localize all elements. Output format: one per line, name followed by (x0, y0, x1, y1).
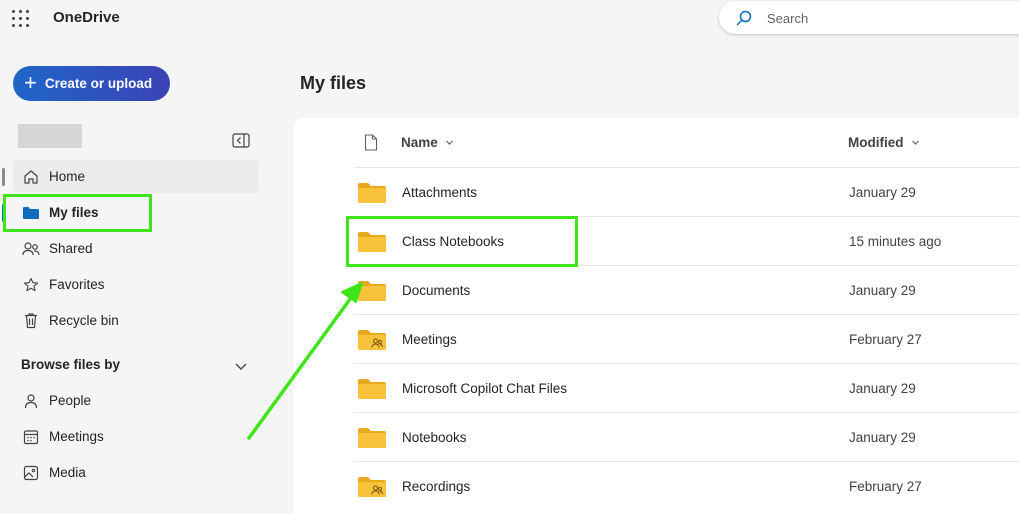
sidebar-item-label: People (49, 393, 92, 408)
sidebar-item-favorites[interactable]: Favorites (13, 268, 258, 301)
file-row[interactable]: Microsoft Copilot Chat Files January 29 (354, 363, 1019, 412)
file-name[interactable]: Microsoft Copilot Chat Files (402, 381, 567, 396)
nav-indicator (2, 168, 5, 186)
column-header-label: Modified (848, 134, 904, 150)
trash-icon (21, 311, 41, 331)
sidebar-item-label: Meetings (49, 429, 104, 444)
file-modified: January 29 (849, 185, 916, 200)
search-box[interactable]: Search (719, 1, 1019, 34)
file-name[interactable]: Meetings (402, 332, 457, 347)
account-name-redacted (18, 124, 82, 148)
home-icon (21, 167, 41, 187)
file-name[interactable]: Recordings (402, 479, 470, 494)
collapse-pane-icon[interactable] (232, 133, 250, 148)
image-icon (21, 463, 41, 483)
sidebar-item-media[interactable]: Media (13, 456, 258, 489)
column-header-modified[interactable]: Modified (848, 118, 920, 166)
file-modified: February 27 (849, 332, 922, 347)
calendar-icon (21, 427, 41, 447)
sidebar-item-label: Recycle bin (49, 313, 119, 328)
sidebar-item-label: Shared (49, 241, 93, 256)
folder-icon (357, 427, 387, 449)
browse-files-by-header[interactable]: Browse files by (21, 357, 261, 377)
folder-icon (357, 280, 387, 302)
file-row[interactable]: Notebooks January 29 (354, 412, 1019, 461)
chevron-down-icon (445, 140, 453, 145)
app-title[interactable]: OneDrive (53, 9, 120, 26)
chevron-down-icon[interactable] (233, 358, 249, 374)
shared-folder-icon (357, 329, 387, 351)
file-modified: January 29 (849, 283, 916, 298)
sidebar-item-label: Home (49, 169, 86, 184)
folder-icon (357, 378, 387, 400)
search-icon (736, 10, 752, 26)
column-header-name[interactable]: Name (401, 118, 454, 166)
file-modified: January 29 (849, 430, 916, 445)
file-modified: January 29 (849, 381, 916, 396)
file-row[interactable]: Attachments January 29 (354, 167, 1019, 216)
file-modified: February 27 (849, 479, 922, 494)
page-title: My files (300, 73, 367, 93)
file-row[interactable]: Recordings February 27 (354, 461, 1019, 510)
file-modified: 15 minutes ago (849, 234, 942, 249)
people-icon (21, 239, 41, 259)
create-or-upload-button[interactable]: + Create or upload (13, 66, 170, 101)
file-name[interactable]: Attachments (402, 185, 477, 200)
app-launcher-icon[interactable] (12, 10, 29, 27)
file-name[interactable]: Notebooks (402, 430, 467, 445)
file-name[interactable]: Documents (402, 283, 470, 298)
star-icon (21, 275, 41, 295)
person-icon (21, 391, 41, 411)
sidebar-item-people[interactable]: People (13, 384, 258, 417)
highlight-box-my-files (3, 194, 152, 232)
search-placeholder: Search (767, 11, 809, 26)
create-button-label: Create or upload (44, 76, 153, 91)
column-header-label: Name (401, 134, 438, 150)
file-type-icon (364, 134, 378, 151)
file-row[interactable]: Meetings February 27 (354, 314, 1019, 363)
top-bar: OneDrive Search (0, 0, 1019, 36)
sidebar-item-label: Media (49, 465, 86, 480)
highlight-box-class-notebooks (346, 216, 578, 267)
folder-icon (357, 182, 387, 204)
sidebar-item-home[interactable]: Home (13, 160, 258, 193)
shared-folder-icon (357, 476, 387, 498)
sidebar-item-shared[interactable]: Shared (13, 232, 258, 265)
chevron-down-icon (911, 140, 919, 145)
sidebar-item-label: Favorites (49, 277, 105, 292)
sidebar-item-recycle-bin[interactable]: Recycle bin (13, 304, 258, 337)
sidebar-item-meetings[interactable]: Meetings (13, 420, 258, 453)
plus-icon: + (24, 69, 37, 95)
file-row[interactable]: Documents January 29 (354, 265, 1019, 314)
